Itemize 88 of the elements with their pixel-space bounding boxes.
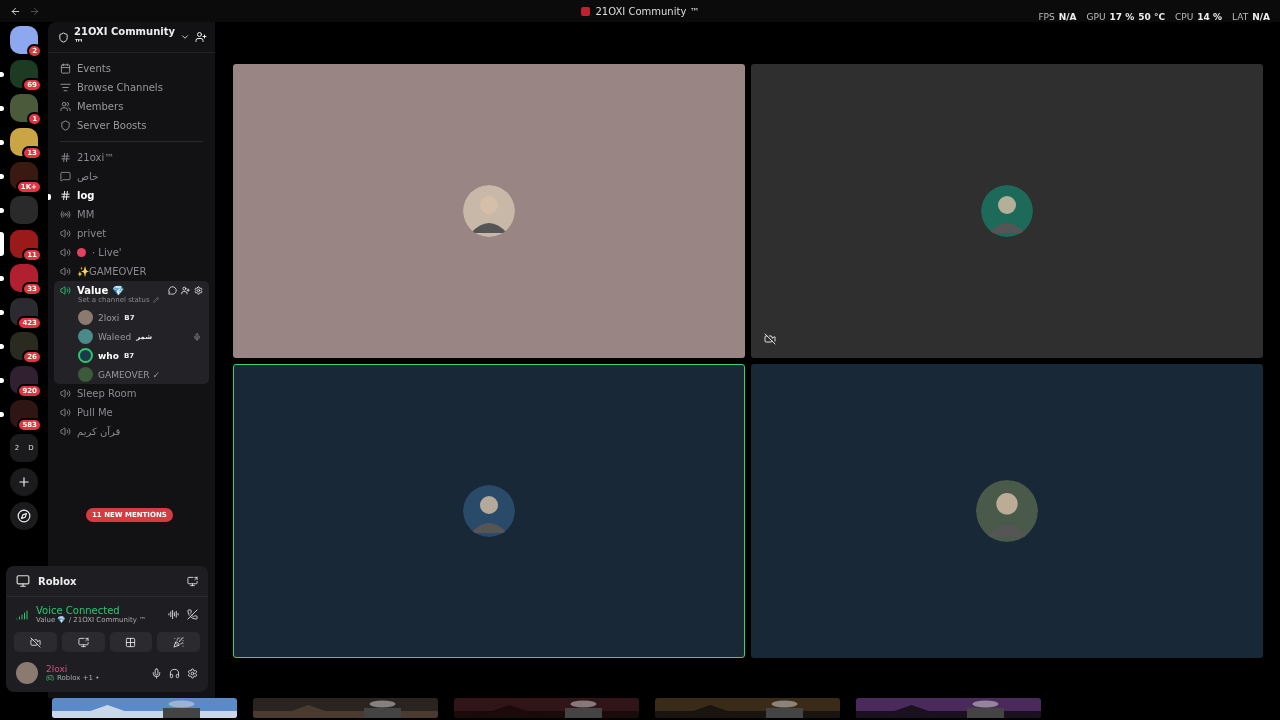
nav-item[interactable]: Members	[48, 97, 215, 116]
text-channel-icon	[60, 152, 71, 163]
voice-channel-icon	[60, 407, 71, 418]
server-icon[interactable]	[10, 60, 38, 88]
chevron-icon[interactable]	[180, 32, 190, 42]
headphones-icon[interactable]	[169, 667, 180, 679]
game-icon	[16, 574, 30, 588]
voice-status[interactable]: Voice Connected	[36, 605, 147, 616]
voice-channel-icon	[60, 388, 71, 399]
invite-icon[interactable]	[195, 31, 207, 43]
user-name[interactable]: GAMEOVER ✓	[98, 369, 160, 380]
boosts-icon	[60, 120, 71, 131]
nav-item[interactable]: Browse Channels	[48, 78, 215, 97]
events-icon	[60, 63, 71, 74]
camera-off-icon	[764, 333, 776, 345]
party-icon	[173, 636, 185, 648]
stat-value: 14 %	[1197, 12, 1222, 22]
user-name[interactable]: Waleed	[98, 331, 132, 342]
pencil-icon	[152, 297, 159, 303]
voice-channel-icon	[60, 228, 71, 239]
server-icon[interactable]	[10, 128, 38, 156]
voice-channel-icon	[60, 426, 71, 437]
compass-icon	[17, 509, 31, 523]
screen-share-icon	[77, 636, 89, 648]
signal-icon	[16, 608, 28, 621]
channel-name[interactable]: 21oxi™	[77, 152, 115, 163]
channel-name[interactable]: MM	[77, 209, 95, 220]
stream-icon[interactable]	[187, 575, 198, 587]
settings-icon[interactable]	[187, 667, 198, 679]
screen-share-button[interactable]	[61, 632, 105, 652]
forum-channel-icon	[60, 171, 71, 182]
channel-name[interactable]: ✨GAMEOVER	[77, 266, 147, 277]
user-name: 2loxi	[46, 664, 69, 674]
nav-item[interactable]: Server Boosts	[48, 116, 215, 135]
grid-icon	[125, 636, 137, 648]
video-tile[interactable]	[233, 364, 745, 658]
server-icon	[580, 6, 590, 16]
disconnect-icon[interactable]	[187, 609, 198, 620]
window-title: 21OXI Community ™	[595, 5, 700, 17]
nav-item[interactable]: Events	[48, 59, 215, 78]
gamepad-icon	[46, 674, 54, 682]
chat-icon[interactable]	[168, 286, 177, 295]
channel-name[interactable]: خاص	[77, 171, 99, 182]
plus-icon	[17, 475, 31, 489]
stat-label: LAT	[1232, 12, 1249, 22]
stat-value: N/A	[1252, 12, 1270, 22]
video-tile[interactable]	[751, 364, 1263, 658]
channel-name[interactable]: log	[77, 190, 95, 201]
stat-value: 17 %	[1109, 12, 1135, 22]
stat-label: FPS	[1038, 12, 1055, 22]
server-icon[interactable]	[10, 332, 38, 360]
user-avatar[interactable]	[16, 662, 38, 684]
members-icon	[60, 101, 71, 112]
browse-icon	[60, 82, 71, 93]
stat-label: GPU	[1086, 12, 1106, 22]
video-tile[interactable]	[233, 64, 745, 358]
channel-name[interactable]: Pull Me	[77, 407, 113, 418]
mic-icon[interactable]	[151, 667, 162, 679]
channel-name[interactable]: · Live'	[92, 247, 122, 258]
noise-icon[interactable]	[168, 609, 179, 620]
stat-label: CPU	[1175, 12, 1194, 22]
channel-name: Value 💎	[77, 285, 124, 296]
activities-button[interactable]	[109, 632, 153, 652]
add-server-button[interactable]	[10, 468, 38, 496]
server-name[interactable]: 21OXI Community ™	[74, 26, 175, 48]
stage-channel-icon	[60, 209, 71, 220]
camera-off-icon	[29, 636, 41, 648]
user-name[interactable]: 2loxi	[98, 312, 120, 323]
server-icon[interactable]	[10, 230, 38, 258]
server-icon[interactable]	[10, 26, 38, 54]
channel-name[interactable]: privet	[77, 228, 107, 239]
channel-name[interactable]: قرآن كريم	[77, 426, 121, 437]
stat-value: 50 °C	[1138, 12, 1165, 22]
voice-channel-icon	[60, 247, 71, 258]
video-tile[interactable]	[751, 64, 1263, 358]
server-icon[interactable]	[10, 264, 38, 292]
voice-channel-icon	[60, 266, 71, 277]
invite-icon[interactable]	[181, 286, 190, 295]
text-channel-icon	[60, 190, 71, 201]
discover-button[interactable]	[10, 502, 38, 530]
camera-button[interactable]	[14, 632, 57, 652]
soundboard-button[interactable]	[157, 632, 200, 652]
back-icon[interactable]	[10, 5, 21, 17]
speaker-icon	[60, 285, 71, 296]
channel-name[interactable]: Sleep Room	[77, 388, 137, 399]
stat-value: N/A	[1058, 12, 1077, 22]
game-name: Roblox	[38, 575, 77, 587]
user-name[interactable]: who	[98, 350, 119, 361]
